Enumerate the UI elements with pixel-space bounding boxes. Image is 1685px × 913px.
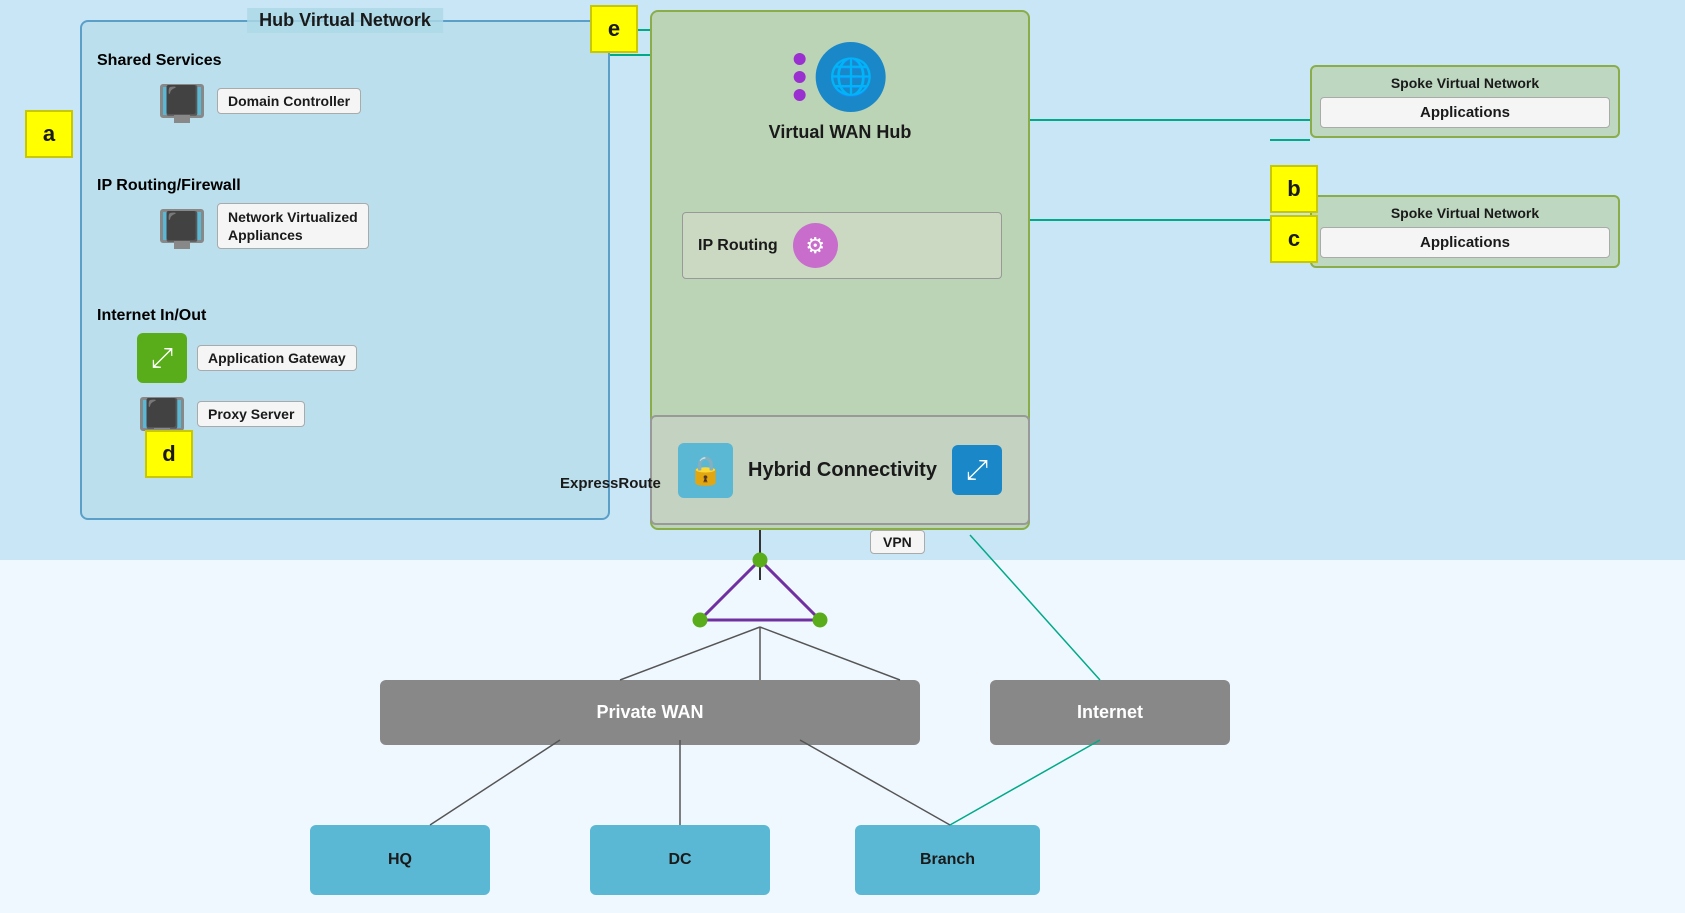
spoke-vnet-1: Spoke Virtual Network Applications <box>1310 65 1620 138</box>
private-wan-label: Private WAN <box>596 702 703 723</box>
spoke-vnet-2-title: Spoke Virtual Network <box>1320 205 1610 221</box>
ip-routing-fw-label: IP Routing/Firewall <box>97 177 369 195</box>
shared-services-row: Shared Services ⬛ Domain Controller <box>97 52 361 123</box>
label-c: c <box>1270 215 1318 263</box>
hq-box: HQ <box>310 825 490 895</box>
domain-controller-monitor-icon: ⬛ <box>157 78 207 123</box>
internet-inout-row: Internet In/Out ⤢ Application Gateway ⬛ … <box>97 307 357 436</box>
branch-label: Branch <box>920 851 975 869</box>
label-e: e <box>590 5 638 53</box>
spoke-vnet-1-app: Applications <box>1320 97 1610 128</box>
expressroute-label: ExpressRoute <box>560 475 661 492</box>
domain-controller-box: Domain Controller <box>217 88 361 114</box>
vwan-hub-title: Virtual WAN Hub <box>769 122 912 143</box>
proxy-server-box: Proxy Server <box>197 401 305 427</box>
hybrid-connectivity-title: Hybrid Connectivity <box>748 459 937 482</box>
nva-text: Network VirtualizedAppliances <box>228 209 358 243</box>
nva-box: Network VirtualizedAppliances <box>217 203 369 249</box>
spoke-vnet-2: Spoke Virtual Network Applications <box>1310 195 1620 268</box>
vwan-globe-area: 🌐 Virtual WAN Hub <box>769 42 912 143</box>
ip-routing-fw-row: IP Routing/Firewall ⬛ Network Virtualize… <box>97 177 369 249</box>
vwan-globe-icon: 🌐 <box>816 42 886 112</box>
label-a: a <box>25 110 73 158</box>
branch-box: Branch <box>855 825 1040 895</box>
dc-box: DC <box>590 825 770 895</box>
dc-label: DC <box>668 851 691 869</box>
ip-routing-spinner-icon: ⚙ <box>793 223 838 268</box>
label-d: d <box>145 430 193 478</box>
cube-icon-2: ⬛ <box>165 210 200 243</box>
nva-monitor-icon: ⬛ <box>157 204 207 249</box>
cube-icon-1: ⬛ <box>165 84 200 117</box>
spoke-vnet-1-title: Spoke Virtual Network <box>1320 75 1610 91</box>
internet-box: Internet <box>990 680 1230 745</box>
hybrid-move-icon: ⤢ <box>952 445 1002 495</box>
internet-inout-label: Internet In/Out <box>97 307 357 325</box>
ip-routing-vwan-label: IP Routing <box>698 237 778 255</box>
app-gateway-box: Application Gateway <box>197 345 357 371</box>
private-wan-box: Private WAN <box>380 680 920 745</box>
hq-label: HQ <box>388 851 412 869</box>
cube-icon-3: ⬛ <box>145 397 180 430</box>
vpn-box: VPN <box>870 530 925 554</box>
ip-routing-vwan: IP Routing ⚙ <box>682 212 1002 279</box>
spoke-vnet-2-app: Applications <box>1320 227 1610 258</box>
hybrid-lock-icon-left: 🔒 <box>678 443 733 498</box>
hub-vnet-title: Hub Virtual Network <box>247 8 443 33</box>
hybrid-connectivity-container: 🔒 Hybrid Connectivity ⤢ <box>650 415 1030 525</box>
label-b: b <box>1270 165 1318 213</box>
app-gateway-icon: ⤢ <box>137 333 187 383</box>
shared-services-label: Shared Services <box>97 52 361 70</box>
internet-label: Internet <box>1077 702 1143 723</box>
